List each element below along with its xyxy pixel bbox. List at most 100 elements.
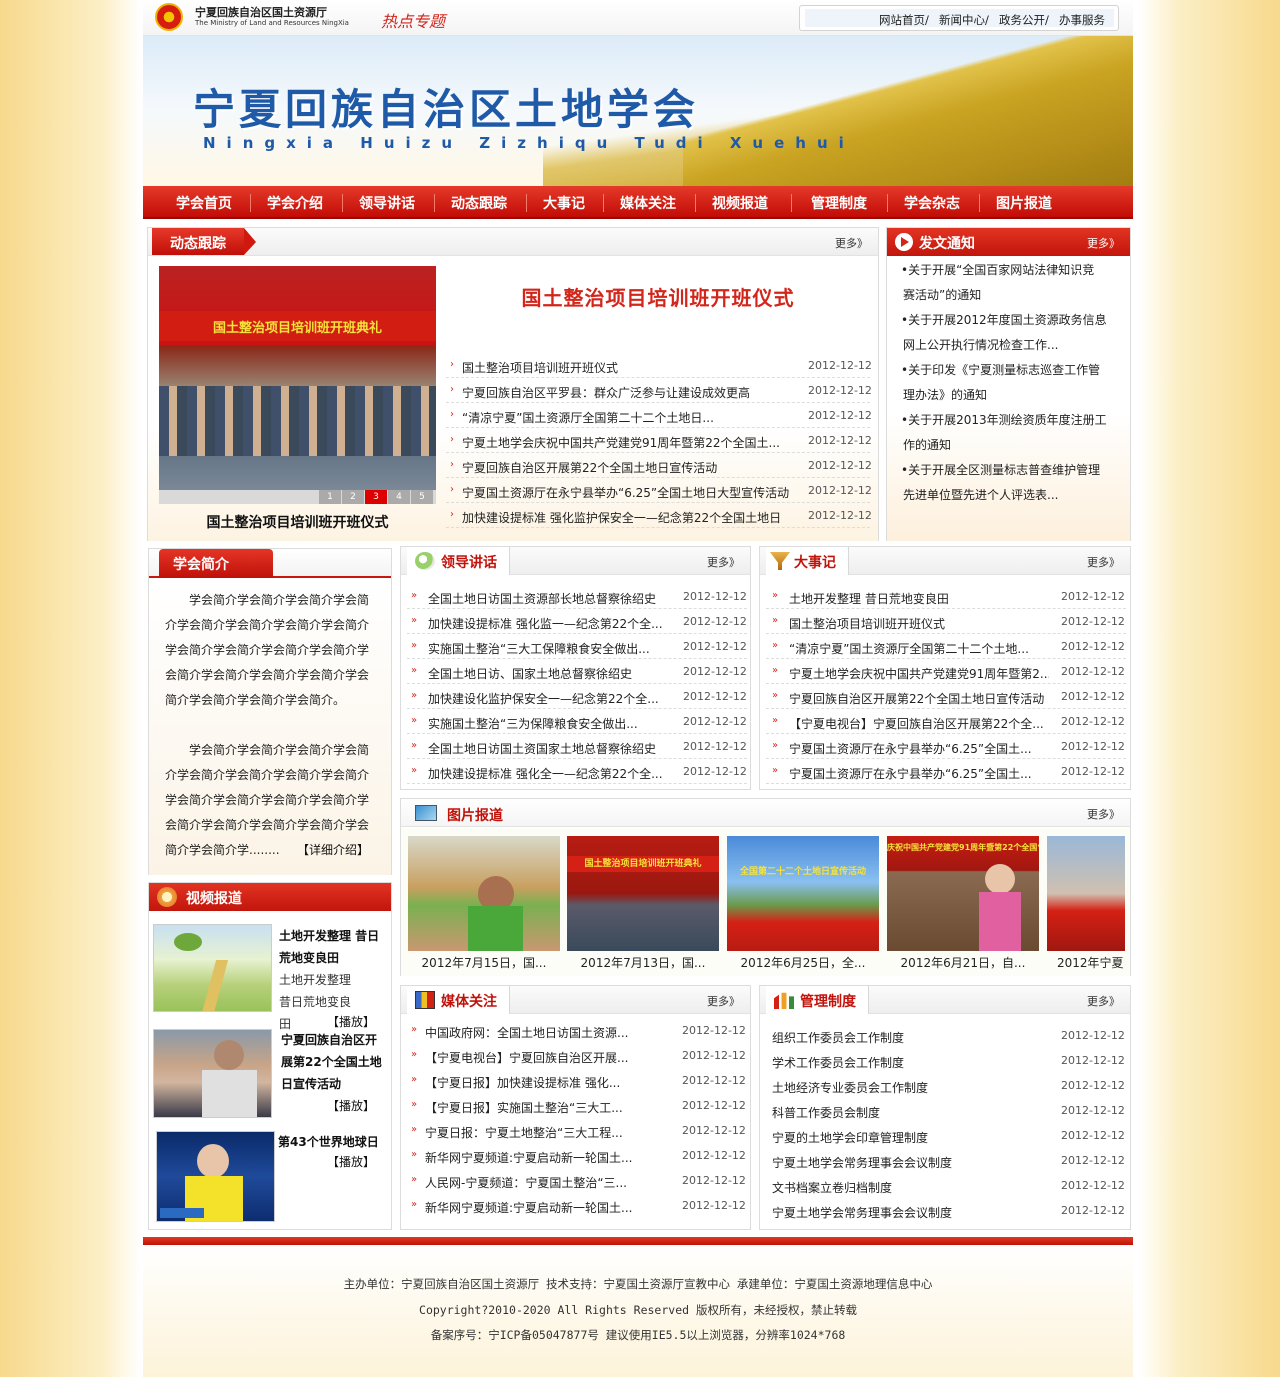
list-item[interactable]: »宁夏土地学会常务理事会会议制度2012-12-12 bbox=[766, 1198, 1126, 1223]
link-gov-affairs[interactable]: 政务公开/ bbox=[999, 12, 1049, 28]
video-1-title[interactable]: 土地开发整理 昔日荒地变良田 bbox=[279, 925, 389, 969]
list-item-title[interactable]: 实施国土整治“三为保障粮食安全做出... bbox=[428, 715, 663, 732]
nav-speech[interactable]: 领导讲话 bbox=[359, 193, 415, 213]
list-item-title[interactable]: 科普工作委员会制度 bbox=[772, 1104, 1032, 1121]
video-3-title[interactable]: 第43个世界地球日 bbox=[278, 1131, 388, 1153]
list-item-title[interactable]: 新华网宁夏频道:宁夏启动新一轮国土... bbox=[425, 1149, 665, 1166]
list-item[interactable]: › 宁夏土地学会庆祝中国共产党建党91周年暨第22个全国土... 2012-12-1… bbox=[446, 428, 872, 453]
list-item[interactable]: »宁夏的土地学会印章管理制度2012-12-12 bbox=[766, 1123, 1126, 1148]
list-item-title[interactable]: 加快建设提标准 强化监护保安全一—纪念第22个全国土地日 bbox=[462, 509, 802, 526]
list-item[interactable]: »学术工作委员会工作制度2012-12-12 bbox=[766, 1048, 1126, 1073]
list-item[interactable]: › “清凉宁夏”国土资源厅全国第二十二个土地日... 2012-12-12 bbox=[446, 403, 872, 428]
video-thumb-2[interactable] bbox=[153, 1029, 272, 1118]
list-item-title[interactable]: 加快建设化监护保安全一—纪念第22个全... bbox=[428, 690, 663, 707]
nav-journal[interactable]: 学会杂志 bbox=[904, 193, 960, 213]
list-item[interactable]: »宁夏土地学会常务理事会会议制度2012-12-12 bbox=[766, 1148, 1126, 1173]
media-more-link[interactable]: 更多》 bbox=[707, 993, 740, 1009]
slide-page-2[interactable]: 2 bbox=[342, 490, 364, 504]
list-item-title[interactable]: 新华网宁夏频道:宁夏启动新一轮国土... bbox=[425, 1199, 665, 1216]
list-item[interactable]: » 宁夏土地学会庆祝中国共产党建党91周年暨第2... 2012-12-12 bbox=[766, 659, 1126, 684]
list-item[interactable]: » 【宁夏日报】加快建设提标准 强化... 2012-12-12 bbox=[407, 1068, 747, 1093]
video-3-play[interactable]: 【播放】 bbox=[327, 1153, 375, 1170]
list-item-title[interactable]: 宁夏土地学会庆祝中国共产党建党91周年暨第22个全国土... bbox=[462, 434, 802, 451]
list-item[interactable]: » 实施国土整治“三大工保障粮食安全做出... 2012-12-12 bbox=[407, 634, 747, 659]
gallery-caption-4[interactable]: 2012年6月21日，自... bbox=[887, 954, 1039, 971]
list-item[interactable]: » 土地开发整理 昔日荒地变良田 2012-12-12 bbox=[766, 584, 1126, 609]
list-item[interactable]: »科普工作委员会制度2012-12-12 bbox=[766, 1098, 1126, 1123]
gallery-more-link[interactable]: 更多》 bbox=[1087, 806, 1120, 822]
rules-more-link[interactable]: 更多》 bbox=[1087, 993, 1120, 1009]
list-item[interactable]: » 实施国土整治“三为保障粮食安全做出... 2012-12-12 bbox=[407, 709, 747, 734]
list-item[interactable]: »文书档案立卷归档制度2012-12-12 bbox=[766, 1173, 1126, 1198]
gallery-photo-3[interactable]: 全国第二十二个土地日宣传活动 bbox=[727, 836, 879, 951]
list-item[interactable]: » 全国土地日访、国家土地总督察徐绍史 2012-12-12 bbox=[407, 659, 747, 684]
list-item-title[interactable]: 学术工作委员会工作制度 bbox=[772, 1054, 1032, 1071]
link-services[interactable]: 办事服务 bbox=[1059, 12, 1105, 28]
intro-detail-link[interactable]: 【详细介绍】 bbox=[297, 841, 369, 858]
news-slide-photo[interactable]: 国土整治项目培训班开班典礼 bbox=[159, 266, 436, 490]
list-item[interactable]: » “清凉宁夏”国土资源厅全国第二十二个土地... 2012-12-12 bbox=[766, 634, 1126, 659]
notice-item-line[interactable]: 赛活动”的通知 bbox=[903, 286, 981, 303]
notice-item-line[interactable]: •关于印发《宁夏测量标志巡查工作管 bbox=[901, 361, 1100, 378]
link-home[interactable]: 网站首页/ bbox=[879, 12, 929, 28]
list-item[interactable]: » 宁夏日报：宁夏土地整治“三大工程... 2012-12-12 bbox=[407, 1118, 747, 1143]
notice-item-line[interactable]: •关于开展“全国百家网站法律知识竞 bbox=[901, 261, 1094, 278]
video-thumb-3[interactable] bbox=[156, 1131, 275, 1222]
list-item-title[interactable]: 中国政府网：全国土地日访国土资源... bbox=[425, 1024, 665, 1041]
list-item[interactable]: » 加快建设提标准 强化全一—纪念第22个全... 2012-12-12 bbox=[407, 759, 747, 784]
list-item-title[interactable]: 全国土地日访国土资源部长地总督察徐绍史 bbox=[428, 590, 663, 607]
slide-caption[interactable]: 国土整治项目培训班开班仪式 bbox=[159, 512, 436, 532]
list-item-title[interactable]: 国土整治项目培训班开班仪式 bbox=[789, 615, 1049, 632]
gallery-caption-3[interactable]: 2012年6月25日，全... bbox=[727, 954, 879, 971]
list-item[interactable]: » 【宁夏日报】实施国土整治“三大工... 2012-12-12 bbox=[407, 1093, 747, 1118]
list-item[interactable]: › 宁夏回族自治区开展第22个全国土地日宣传活动 2012-12-12 bbox=[446, 453, 872, 478]
gallery-photo-1[interactable] bbox=[408, 836, 560, 951]
news-headline[interactable]: 国土整治项目培训班开班仪式 bbox=[448, 282, 868, 311]
notice-item-line[interactable]: 作的通知 bbox=[903, 436, 951, 453]
list-item-title[interactable]: 组织工作委员会工作制度 bbox=[772, 1029, 1032, 1046]
list-item[interactable]: » 国土整治项目培训班开班仪式 2012-12-12 bbox=[766, 609, 1126, 634]
list-item[interactable]: » 【宁夏电视台】宁夏回族自治区开展... 2012-12-12 bbox=[407, 1043, 747, 1068]
list-item-title[interactable]: 宁夏的土地学会印章管理制度 bbox=[772, 1129, 1032, 1146]
list-item[interactable]: » 加快建设化监护保安全一—纪念第22个全... 2012-12-12 bbox=[407, 684, 747, 709]
list-item[interactable]: » 人民网-宁夏频道：宁夏国土整治“三... 2012-12-12 bbox=[407, 1168, 747, 1193]
list-item-title[interactable]: 全国土地日访、国家土地总督察徐绍史 bbox=[428, 665, 663, 682]
list-item-title[interactable]: 土地经济专业委员会工作制度 bbox=[772, 1079, 1032, 1096]
list-item-title[interactable]: 宁夏国土资源厅在永宁县举办“6.25”全国土... bbox=[789, 765, 1049, 782]
slide-page-5[interactable]: 5 bbox=[411, 490, 433, 504]
list-item-title[interactable]: 宁夏国土资源厅在永宁县举办“6.25”全国土... bbox=[789, 740, 1049, 757]
nav-intro[interactable]: 学会介绍 bbox=[267, 193, 323, 213]
list-item-title[interactable]: 国土整治项目培训班开班仪式 bbox=[462, 359, 802, 376]
list-item-title[interactable]: 【宁夏电视台】宁夏回族自治区开展... bbox=[425, 1049, 665, 1066]
video-2-title[interactable]: 宁夏回族自治区开展第22个全国土地日宣传活动 bbox=[281, 1029, 387, 1095]
notice-item-line[interactable]: 先进单位暨先进个人评选表... bbox=[903, 486, 1058, 503]
list-item-title[interactable]: 加快建设提标准 强化全一—纪念第22个全... bbox=[428, 765, 663, 782]
list-item-title[interactable]: 实施国土整治“三大工保障粮食安全做出... bbox=[428, 640, 663, 657]
nav-tracking[interactable]: 动态跟踪 bbox=[451, 193, 507, 213]
nav-photos[interactable]: 图片报道 bbox=[996, 193, 1052, 213]
list-item-title[interactable]: 【宁夏日报】加快建设提标准 强化... bbox=[425, 1074, 665, 1091]
list-item-title[interactable]: “清凉宁夏”国土资源厅全国第二十二个土地... bbox=[789, 640, 1049, 657]
list-item-title[interactable]: 宁夏日报：宁夏土地整治“三大工程... bbox=[425, 1124, 665, 1141]
list-item[interactable]: › 宁夏国土资源厅在永宁县举办“6.25”全国土地日大型宣传活动 2012-12-1… bbox=[446, 478, 872, 503]
list-item[interactable]: »土地经济专业委员会工作制度2012-12-12 bbox=[766, 1073, 1126, 1098]
list-item[interactable]: » 宁夏回族自治区开展第22个全国土地日宣传活动 2012-12-12 bbox=[766, 684, 1126, 709]
list-item-title[interactable]: 宁夏回族自治区开展第22个全国土地日宣传活动 bbox=[462, 459, 802, 476]
list-item-title[interactable]: 宁夏土地学会常务理事会会议制度 bbox=[772, 1154, 1032, 1171]
list-item-title[interactable]: 人民网-宁夏频道：宁夏国土整治“三... bbox=[425, 1174, 665, 1191]
list-item-title[interactable]: 宁夏回族自治区开展第22个全国土地日宣传活动 bbox=[789, 690, 1049, 707]
list-item[interactable]: › 宁夏回族自治区平罗县：群众广泛参与让建设成效更高 2012-12-12 bbox=[446, 378, 872, 403]
link-news-center[interactable]: 新闻中心/ bbox=[939, 12, 989, 28]
list-item[interactable]: › 国土整治项目培训班开班仪式 2012-12-12 bbox=[446, 353, 872, 378]
list-item-title[interactable]: 土地开发整理 昔日荒地变良田 bbox=[789, 590, 1049, 607]
list-item-title[interactable]: 宁夏回族自治区平罗县：群众广泛参与让建设成效更高 bbox=[462, 384, 802, 401]
list-item-title[interactable]: 【宁夏电视台】宁夏回族自治区开展第22个全... bbox=[789, 715, 1049, 732]
list-item[interactable]: »组织工作委员会工作制度2012-12-12 bbox=[766, 1023, 1126, 1048]
list-item[interactable]: » 新华网宁夏频道:宁夏启动新一轮国土... 2012-12-12 bbox=[407, 1143, 747, 1168]
list-item[interactable]: » 【宁夏电视台】宁夏回族自治区开展第22个全... 2012-12-12 bbox=[766, 709, 1126, 734]
list-item[interactable]: » 加快建设提标准 强化监一—纪念第22个全... 2012-12-12 bbox=[407, 609, 747, 634]
list-item[interactable]: » 全国土地日访国土资国家土地总督察徐绍史 2012-12-12 bbox=[407, 734, 747, 759]
gallery-caption-5[interactable]: 2012年宁夏 bbox=[1057, 954, 1135, 971]
list-item-title[interactable]: “清凉宁夏”国土资源厅全国第二十二个土地日... bbox=[462, 409, 802, 426]
gallery-photo-5[interactable] bbox=[1047, 836, 1125, 951]
